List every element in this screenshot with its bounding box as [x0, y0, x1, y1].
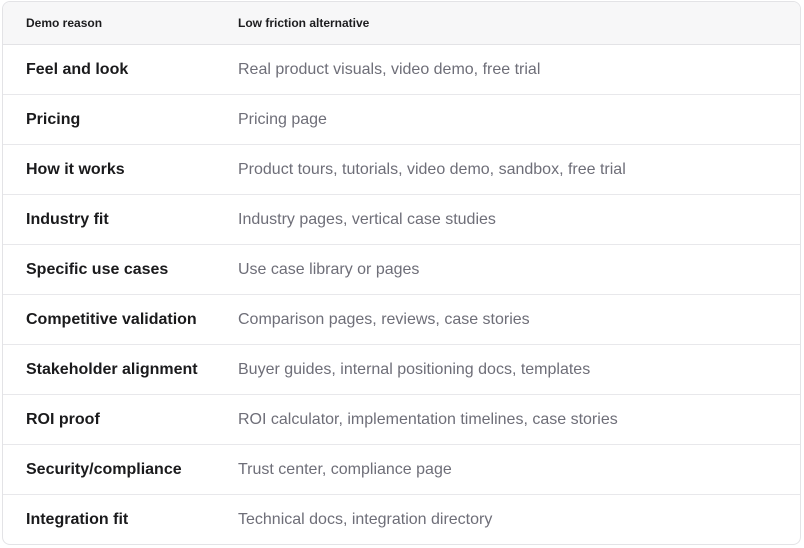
header-demo-reason: Demo reason — [26, 16, 103, 30]
demo-reason-cell: Industry fit — [26, 210, 109, 228]
table-row: Stakeholder alignment Buyer guides, inte… — [3, 345, 800, 395]
table-row: Feel and look Real product visuals, vide… — [3, 45, 800, 95]
alternative-cell: Pricing page — [238, 110, 327, 128]
alternative-cell: Technical docs, integration directory — [238, 511, 493, 528]
demo-reason-cell: Specific use cases — [26, 260, 169, 278]
demo-reason-cell: Stakeholder alignment — [26, 360, 198, 378]
demo-reason-cell: Feel and look — [26, 60, 129, 78]
alternative-cell: Industry pages, vertical case studies — [238, 210, 496, 228]
alternative-cell: Real product visuals, video demo, free t… — [238, 60, 541, 78]
table-row: Pricing Pricing page — [3, 95, 800, 145]
demo-reason-cell: Competitive validation — [26, 310, 197, 328]
alternative-cell: ROI calculator, implementation timelines… — [238, 410, 618, 428]
alternative-cell: Comparison pages, reviews, case stories — [238, 310, 530, 328]
demo-reason-cell: ROI proof — [26, 410, 100, 428]
table-header: Demo reason Low friction alternative — [3, 2, 800, 45]
demo-reason-cell: Integration fit — [26, 511, 129, 528]
header-low-friction-alternative: Low friction alternative — [238, 16, 370, 30]
demo-reason-cell: How it works — [26, 160, 125, 178]
alternative-cell: Buyer guides, internal positioning docs,… — [238, 360, 591, 378]
alternative-cell: Use case library or pages — [238, 260, 420, 278]
comparison-table: Demo reason Low friction alternative Fee… — [2, 1, 801, 545]
demo-reason-cell: Security/compliance — [26, 460, 182, 478]
table-row: Competitive validation Comparison pages,… — [3, 295, 800, 345]
table-row: Specific use cases Use case library or p… — [3, 245, 800, 295]
table-row: ROI proof ROI calculator, implementation… — [3, 395, 800, 445]
table-row: Security/compliance Trust center, compli… — [3, 445, 800, 495]
table-row: How it works Product tours, tutorials, v… — [3, 145, 800, 195]
table-row: Industry fit Industry pages, vertical ca… — [3, 195, 800, 245]
alternative-cell: Product tours, tutorials, video demo, sa… — [238, 160, 626, 178]
alternative-cell: Trust center, compliance page — [238, 460, 452, 478]
table-row: Integration fit Technical docs, integrat… — [3, 495, 800, 544]
demo-reason-cell: Pricing — [26, 110, 81, 128]
